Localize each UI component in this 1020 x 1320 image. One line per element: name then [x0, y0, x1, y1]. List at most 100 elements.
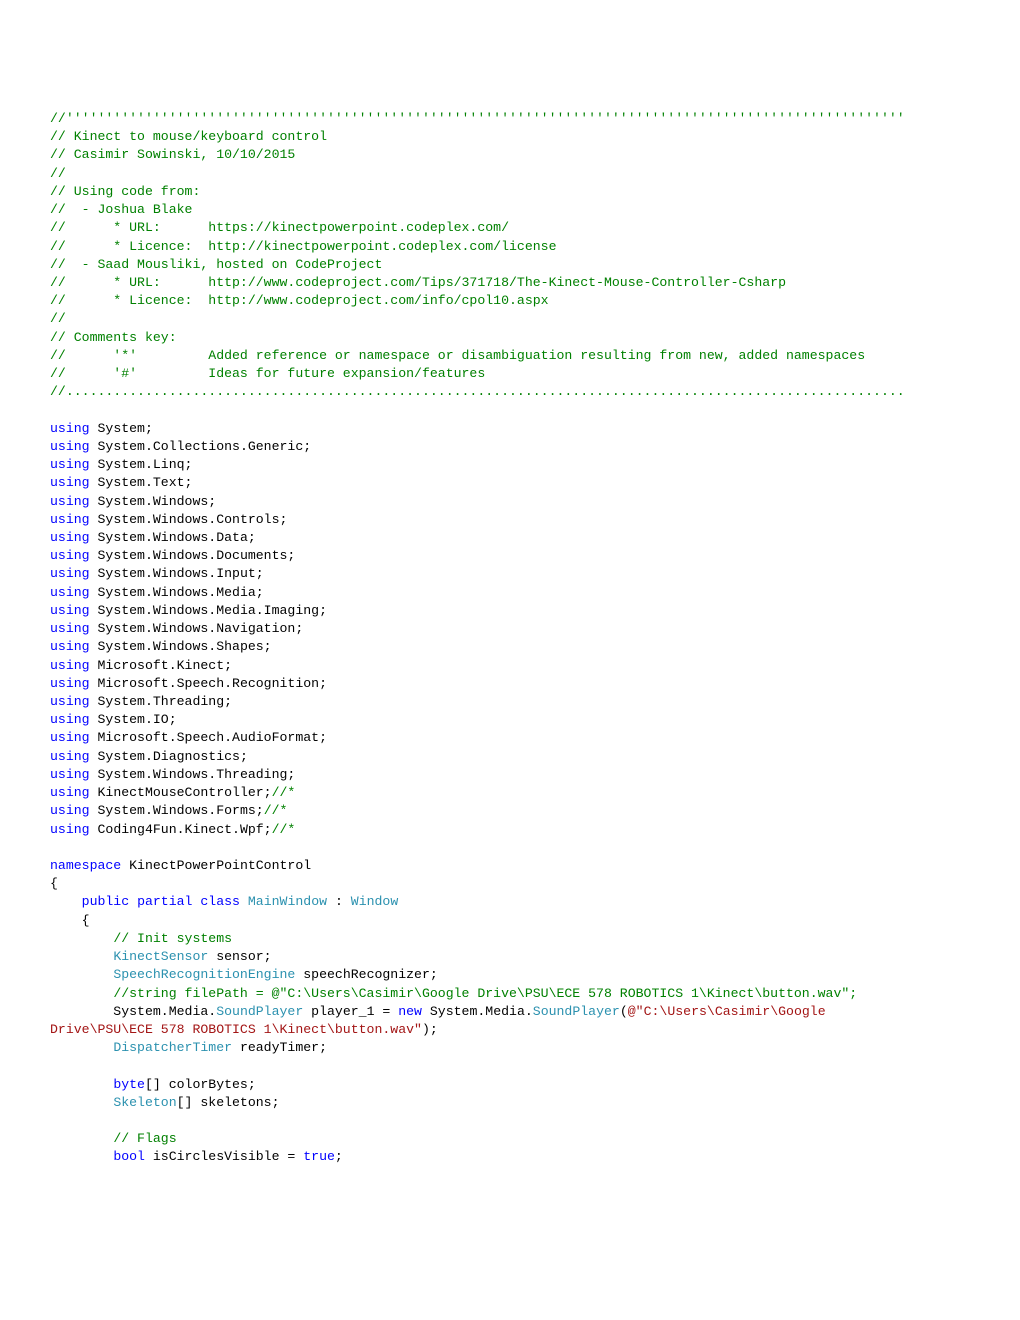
code-token: using: [50, 767, 90, 782]
code-token: [240, 894, 248, 909]
code-token: [] colorBytes;: [145, 1077, 256, 1092]
code-token: using: [50, 421, 90, 436]
code-token: using: [50, 822, 90, 837]
code-token: using: [50, 585, 90, 600]
code-token: // Flags: [113, 1131, 176, 1146]
code-token: using: [50, 548, 90, 563]
code-token: System.Windows.Media;: [90, 585, 264, 600]
code-token: Microsoft.Speech.Recognition;: [90, 676, 327, 691]
code-token: using: [50, 530, 90, 545]
code-token: System.Diagnostics;: [90, 749, 248, 764]
code-token: System.Windows.Media.Imaging;: [90, 603, 327, 618]
code-token: System.Windows.Documents;: [90, 548, 296, 563]
code-token: readyTimer;: [232, 1040, 327, 1055]
code-root: //''''''''''''''''''''''''''''''''''''''…: [50, 110, 970, 1167]
code-token: ;: [335, 1149, 343, 1164]
code-token: // * URL: https://kinectpowerpoint.codep…: [50, 220, 509, 235]
code-token: using: [50, 730, 90, 745]
code-token: DispatcherTimer: [113, 1040, 232, 1055]
code-token: System.Windows.Forms;: [90, 803, 264, 818]
code-token: class: [200, 894, 240, 909]
code-token: System.Windows;: [90, 494, 217, 509]
code-token: System.Collections.Generic;: [90, 439, 312, 454]
code-token: using: [50, 566, 90, 581]
code-token: :: [327, 894, 351, 909]
code-token: using: [50, 785, 90, 800]
code-block: //''''''''''''''''''''''''''''''''''''''…: [0, 0, 1020, 1217]
code-token: System.Media.: [50, 1004, 216, 1019]
code-token: [50, 1077, 113, 1092]
code-token: using: [50, 603, 90, 618]
code-token: // '*' Added reference or namespace or d…: [50, 348, 865, 363]
code-token: [50, 1040, 113, 1055]
code-token: System.Windows.Input;: [90, 566, 264, 581]
code-token: SoundPlayer: [216, 1004, 303, 1019]
code-token: Window: [351, 894, 398, 909]
code-token: //: [50, 166, 66, 181]
code-token: SoundPlayer: [533, 1004, 620, 1019]
code-token: sensor;: [208, 949, 271, 964]
code-token: player_1 =: [303, 1004, 398, 1019]
code-token: );: [422, 1022, 438, 1037]
code-token: [50, 967, 113, 982]
code-token: KinectSensor: [113, 949, 208, 964]
code-token: SpeechRecognitionEngine: [113, 967, 295, 982]
code-token: Microsoft.Kinect;: [90, 658, 232, 673]
code-token: [] skeletons;: [177, 1095, 280, 1110]
code-token: public: [82, 894, 129, 909]
code-token: using: [50, 639, 90, 654]
code-token: [50, 1095, 113, 1110]
code-token: //*: [272, 785, 296, 800]
code-token: System.Windows.Controls;: [90, 512, 288, 527]
code-token: using: [50, 439, 90, 454]
code-token: Microsoft.Speech.AudioFormat;: [90, 730, 327, 745]
code-token: [50, 1149, 113, 1164]
code-token: [50, 1131, 113, 1146]
code-token: System.Text;: [90, 475, 193, 490]
code-token: isCirclesVisible =: [145, 1149, 303, 1164]
code-token: // '#' Ideas for future expansion/featur…: [50, 366, 485, 381]
code-token: // Casimir Sowinski, 10/10/2015: [50, 147, 295, 162]
code-token: using: [50, 621, 90, 636]
code-token: // Init systems: [113, 931, 232, 946]
code-token: System.Windows.Navigation;: [90, 621, 304, 636]
code-token: using: [50, 694, 90, 709]
code-token: [129, 894, 137, 909]
code-token: System.Windows.Data;: [90, 530, 256, 545]
code-token: // * URL: http://www.codeproject.com/Tip…: [50, 275, 786, 290]
code-token: speechRecognizer;: [295, 967, 437, 982]
code-token: // Kinect to mouse/keyboard control: [50, 129, 327, 144]
code-token: // * Licence: http://www.codeproject.com…: [50, 293, 549, 308]
code-token: Coding4Fun.Kinect.Wpf;: [90, 822, 272, 837]
code-token: using: [50, 676, 90, 691]
code-token: using: [50, 512, 90, 527]
code-token: using: [50, 712, 90, 727]
code-token: //: [50, 311, 66, 326]
code-token: [50, 986, 113, 1001]
code-token: Skeleton: [113, 1095, 176, 1110]
code-token: System.Windows.Threading;: [90, 767, 296, 782]
code-token: // Using code from:: [50, 184, 200, 199]
code-token: //''''''''''''''''''''''''''''''''''''''…: [50, 111, 905, 126]
code-token: using: [50, 494, 90, 509]
code-token: // - Joshua Blake: [50, 202, 192, 217]
code-token: byte: [113, 1077, 145, 1092]
code-token: //string filePath = @"C:\Users\Casimir\G…: [113, 986, 857, 1001]
code-token: System.Linq;: [90, 457, 193, 472]
code-token: System.Windows.Shapes;: [90, 639, 272, 654]
code-token: // - Saad Mousliki, hosted on CodeProjec…: [50, 257, 382, 272]
code-token: [50, 931, 113, 946]
code-token: {: [50, 913, 90, 928]
code-token: new: [398, 1004, 422, 1019]
code-token: using: [50, 475, 90, 490]
code-token: KinectPowerPointControl: [121, 858, 311, 873]
code-token: //*: [272, 822, 296, 837]
code-token: System.Media.: [422, 1004, 533, 1019]
code-token: using: [50, 803, 90, 818]
code-token: System.IO;: [90, 712, 177, 727]
code-token: System.Threading;: [90, 694, 232, 709]
code-token: System;: [90, 421, 153, 436]
code-token: bool: [113, 1149, 145, 1164]
code-token: partial: [137, 894, 192, 909]
code-token: // * Licence: http://kinectpowerpoint.co…: [50, 239, 556, 254]
